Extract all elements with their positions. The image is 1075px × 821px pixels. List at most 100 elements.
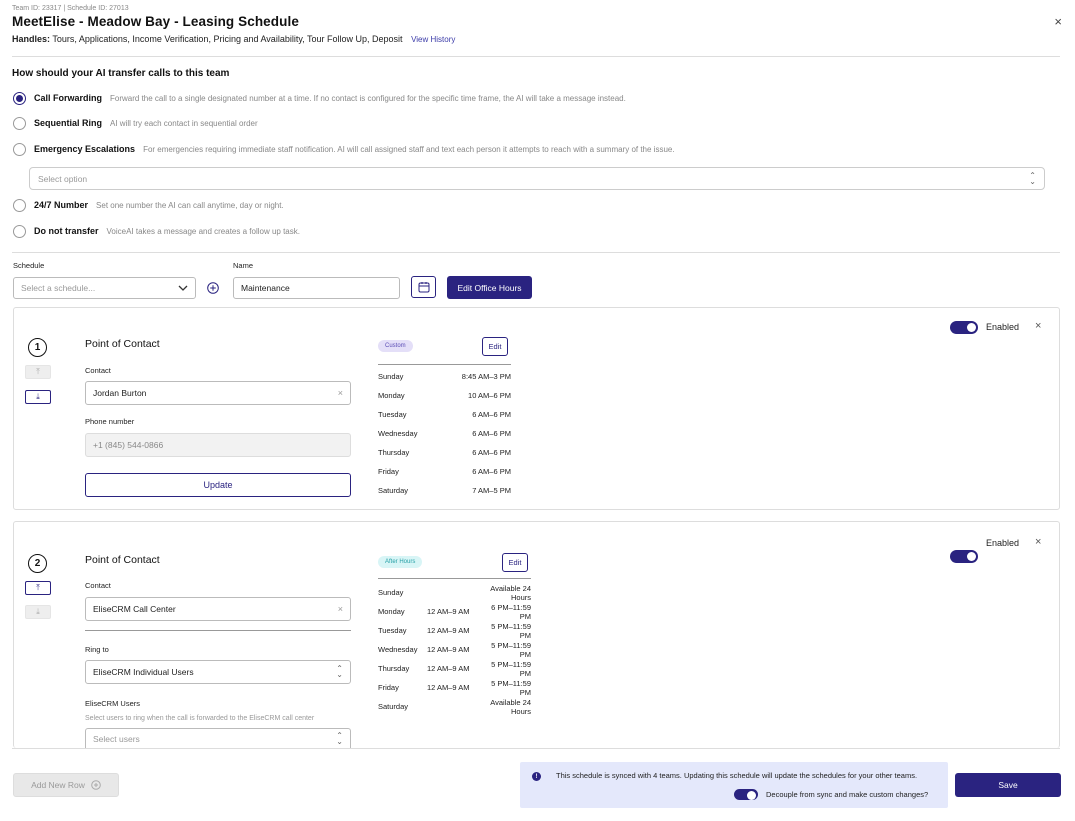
day: Wednesday	[378, 429, 418, 438]
add-new-row-button: Add New Row	[13, 773, 119, 797]
option-label: Do not transfer	[34, 226, 99, 236]
ring-to-select[interactable]: EliseCRM Individual Users ⌃ ⌄	[85, 660, 351, 684]
ring-to-label: Ring to	[85, 645, 109, 654]
edit-office-hours-button[interactable]: Edit Office Hours	[447, 276, 532, 299]
hours-table: Sunday Available 24 Hours Monday 12 AM–9 A…	[378, 583, 531, 716]
point-of-contact-title: Point of Contact	[85, 554, 160, 566]
time-a: 12 AM–9 AM	[427, 683, 470, 692]
info-icon: !	[532, 772, 541, 781]
time-b: Available 24 Hours	[490, 697, 531, 716]
day: Friday	[378, 683, 399, 692]
move-up-button: ⤒	[25, 365, 51, 379]
time-a: 12 AM–9 AM	[427, 607, 470, 616]
day: Saturday	[378, 702, 409, 711]
option-24-7-number[interactable]: 24/7 Number Set one number the AI can ca…	[13, 198, 284, 212]
divider	[85, 630, 351, 631]
enabled-toggle[interactable]	[950, 550, 978, 563]
calendar-icon	[418, 282, 429, 293]
move-up-button[interactable]: ⤒	[25, 581, 51, 595]
schedule-divider	[378, 578, 531, 579]
day: Tuesday	[378, 410, 407, 419]
schedule-select[interactable]: Select a schedule...	[13, 277, 196, 299]
option-desc: For emergencies requiring immediate staf…	[143, 144, 675, 154]
hours-row: Friday 6 AM–6 PM	[378, 462, 511, 481]
option-sequential-ring[interactable]: Sequential Ring AI will try each contact…	[13, 116, 258, 130]
option-emergency-escalations[interactable]: Emergency Escalations For emergencies re…	[13, 142, 675, 156]
day: Monday	[378, 391, 405, 400]
hours-row: Friday 12 AM–9 AM 5 PM–11:59 PM	[378, 678, 531, 697]
chevron-down-icon	[178, 285, 188, 291]
transfer-question: How should your AI transfer calls to thi…	[12, 68, 230, 79]
enabled-label: Enabled	[986, 538, 1020, 548]
phone-input: +1 (845) 544-0866	[85, 433, 351, 457]
save-button[interactable]: Save	[955, 773, 1061, 797]
contact-input[interactable]: EliseCRM Call Center ×	[85, 597, 351, 621]
radio-call-forwarding[interactable]	[13, 91, 26, 105]
time-b: Available 24 Hours	[490, 583, 531, 602]
time: 6 AM–6 PM	[472, 410, 511, 419]
contact-value: EliseCRM Call Center	[93, 604, 176, 614]
time: 6 AM–6 PM	[472, 429, 511, 438]
move-down-button[interactable]: ⤓	[25, 390, 51, 404]
radio-24-7-number[interactable]	[13, 198, 26, 212]
option-desc: VoiceAI takes a message and creates a fo…	[106, 226, 300, 236]
time-b: 5 PM–11:59 PM	[491, 659, 531, 678]
option-do-not-transfer[interactable]: Do not transfer VoiceAI takes a message …	[13, 224, 300, 238]
handles-value: Tours, Applications, Income Verification…	[52, 34, 403, 44]
schedule-type-badge: Custom	[378, 340, 413, 352]
close-icon[interactable]: ×	[1054, 14, 1062, 29]
hours-row: Sunday Available 24 Hours	[378, 583, 531, 602]
calendar-button[interactable]	[411, 276, 436, 298]
phone-label: Phone number	[85, 417, 135, 426]
clear-icon[interactable]: ×	[338, 388, 343, 398]
option-label: Emergency Escalations	[34, 144, 136, 154]
escalation-select[interactable]: Select option ⌃ ⌄	[29, 167, 1045, 190]
enabled-toggle[interactable]	[950, 321, 978, 334]
users-select[interactable]: Select users ⌃ ⌄	[85, 728, 351, 749]
day: Thursday	[378, 448, 410, 457]
time: 8:45 AM–3 PM	[461, 372, 511, 381]
schedule-divider	[378, 364, 511, 365]
option-desc: Forward the call to a single designated …	[110, 93, 626, 103]
time: 7 AM–5 PM	[472, 486, 511, 495]
schedule-label: Schedule	[13, 261, 45, 270]
time: 10 AM–6 PM	[468, 391, 511, 400]
updown-chevron-icon: ⌃ ⌄	[336, 664, 343, 679]
hours-row: Saturday 7 AM–5 PM	[378, 481, 511, 500]
option-desc: AI will try each contact in sequential o…	[110, 118, 258, 128]
move-down-button: ⤓	[25, 605, 51, 619]
row-number: 1	[28, 338, 47, 357]
hours-row: Wednesday 12 AM–9 AM 5 PM–11:59 PM	[378, 640, 531, 659]
handles-label: Handles:	[12, 34, 51, 44]
divider	[12, 252, 1060, 253]
edit-hours-button[interactable]: Edit	[482, 337, 508, 356]
radio-emergency-escalations[interactable]	[13, 142, 26, 156]
add-schedule-icon[interactable]	[207, 282, 219, 294]
decouple-toggle[interactable]	[734, 789, 758, 800]
day: Saturday	[378, 486, 409, 495]
view-history-link[interactable]: View History	[411, 35, 455, 44]
name-input[interactable]: Maintenance	[233, 277, 400, 299]
day: Sunday	[378, 588, 404, 597]
contact-label: Contact	[85, 366, 111, 375]
divider	[12, 56, 1060, 57]
day: Thursday	[378, 664, 410, 673]
time-b: 5 PM–11:59 PM	[491, 621, 531, 640]
remove-row-icon[interactable]: ×	[1035, 320, 1041, 332]
option-call-forwarding[interactable]: Call Forwarding Forward the call to a si…	[13, 91, 626, 105]
time-a: 12 AM–9 AM	[427, 664, 470, 673]
hours-row: Monday 12 AM–9 AM 6 PM–11:59 PM	[378, 602, 531, 621]
time-b: 5 PM–11:59 PM	[491, 640, 531, 659]
time: 6 AM–6 PM	[472, 448, 511, 457]
contact-input[interactable]: Jordan Burton ×	[85, 381, 351, 405]
day: Monday	[378, 607, 405, 616]
contact-label: Contact	[85, 581, 111, 590]
clear-icon[interactable]: ×	[338, 604, 343, 614]
update-button[interactable]: Update	[85, 473, 351, 497]
hours-row: Thursday 12 AM–9 AM 5 PM–11:59 PM	[378, 659, 531, 678]
edit-hours-button[interactable]: Edit	[502, 553, 528, 572]
hours-row: Thursday 6 AM–6 PM	[378, 443, 511, 462]
remove-row-icon[interactable]: ×	[1035, 536, 1041, 548]
radio-do-not-transfer[interactable]	[13, 224, 26, 238]
radio-sequential-ring[interactable]	[13, 116, 26, 130]
